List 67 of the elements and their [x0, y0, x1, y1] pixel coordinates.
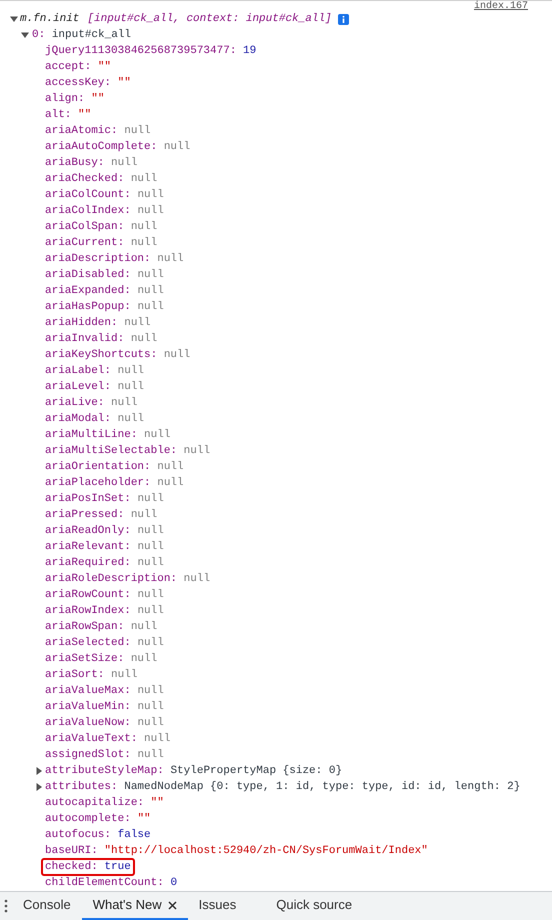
property-entry: checked: true: [41, 858, 135, 876]
property-entry: ariaLabel: null: [45, 364, 144, 379]
property-entry: ariaHasPopup: null: [45, 300, 164, 315]
expanded-triangle-icon[interactable]: [10, 15, 18, 23]
panel-tab[interactable]: Issues: [188, 892, 248, 920]
property-entry: ariaLevel: null: [45, 380, 144, 395]
property-entry: ariaCurrent: null: [45, 236, 158, 251]
property-entry: autocomplete: "": [45, 812, 151, 827]
property-entry: ariaAtomic: null: [45, 124, 151, 139]
property-entry: ariaLive: null: [45, 396, 138, 411]
property-entry: ariaValueText: null: [45, 732, 170, 747]
property-entry: ariaExpanded: null: [45, 284, 164, 299]
property-entry: ariaPosInSet: null: [45, 492, 164, 507]
property-entry: ariaDisabled: null: [45, 268, 164, 283]
info-icon[interactable]: [338, 14, 349, 24]
property-entry: ariaOrientation: null: [45, 460, 184, 475]
property-entry: jQuery1113038462568739573477: 19: [45, 44, 256, 59]
property-entry: ariaSelected: null: [45, 636, 164, 651]
property-entry: ariaRelevant: null: [45, 540, 164, 555]
property-entry: alt: "": [45, 108, 92, 123]
panel-tab[interactable]: Console: [12, 892, 82, 920]
property-entry: ariaColSpan: null: [45, 220, 158, 235]
property-entry: ariaRowSpan: null: [45, 620, 158, 635]
property-entry: ariaSort: null: [45, 668, 138, 683]
property-entry: autofocus: false: [45, 828, 151, 843]
property-entry: ariaPlaceholder: null: [45, 476, 184, 491]
property-entry: ariaHidden: null: [45, 316, 151, 331]
property-entry: ariaSetSize: null: [45, 652, 158, 667]
property-entry: ariaValueMin: null: [45, 700, 164, 715]
object-summary: [input#ck_all, context: input#ck_all]: [87, 12, 332, 27]
property-entry: baseURI: "http://localhost:52940/zh-CN/SysForumWait/Index": [45, 844, 428, 859]
property-entry: ariaRowIndex: null: [45, 604, 164, 619]
property-entry: childElementCount: 0: [45, 876, 178, 891]
property-entry: assignedSlot: null: [45, 748, 164, 763]
element-entry: 0: input#ck_all: [32, 28, 132, 43]
property-entry: ariaColCount: null: [45, 188, 164, 203]
property-entry: ariaRequired: null: [45, 556, 164, 571]
property-entry: ariaBusy: null: [45, 156, 138, 171]
property-entry: ariaInvalid: null: [45, 332, 158, 347]
property-entry: attributes: NamedNodeMap {0: type, 1: id, type: type, id: id, length: 2}: [45, 780, 520, 795]
object-label: m.fn.init: [20, 12, 80, 27]
source-link[interactable]: index.167: [474, 1, 528, 11]
property-entry: ariaValueMax: null: [45, 684, 164, 699]
property-entry: ariaDescription: null: [45, 252, 184, 267]
property-entry: ariaMultiLine: null: [45, 428, 170, 443]
property-entry: ariaMultiSelectable: null: [45, 444, 210, 459]
property-entry: ariaChecked: null: [45, 172, 158, 187]
property-entry: ariaAutoComplete: null: [45, 140, 190, 155]
property-entry: ariaValueNow: null: [45, 716, 164, 731]
property-entry: align: "": [45, 92, 104, 107]
panel-tab[interactable]: What's New: [82, 892, 188, 920]
property-entry: accessKey: "": [45, 76, 131, 91]
expanded-triangle-icon[interactable]: [21, 31, 29, 39]
property-entry: ariaRoleDescription: null: [45, 572, 210, 587]
property-entry: ariaPressed: null: [45, 508, 158, 523]
property-entry: ariaModal: null: [45, 412, 144, 427]
property-entry: autocapitalize: "": [45, 796, 164, 811]
property-entry: ariaReadOnly: null: [45, 524, 164, 539]
property-entry: ariaKeyShortcuts: null: [45, 348, 190, 363]
property-entry: attributeStyleMap: StylePropertyMap {size: 0}: [45, 764, 342, 779]
collapsed-triangle-icon[interactable]: [35, 767, 43, 775]
collapsed-triangle-icon[interactable]: [35, 783, 43, 791]
property-entry: ariaColIndex: null: [45, 204, 164, 219]
close-icon[interactable]: [168, 900, 177, 910]
panel-tab[interactable]: Quick source: [265, 892, 364, 920]
property-entry: ariaRowCount: null: [45, 588, 164, 603]
property-entry: accept: "": [45, 60, 112, 75]
